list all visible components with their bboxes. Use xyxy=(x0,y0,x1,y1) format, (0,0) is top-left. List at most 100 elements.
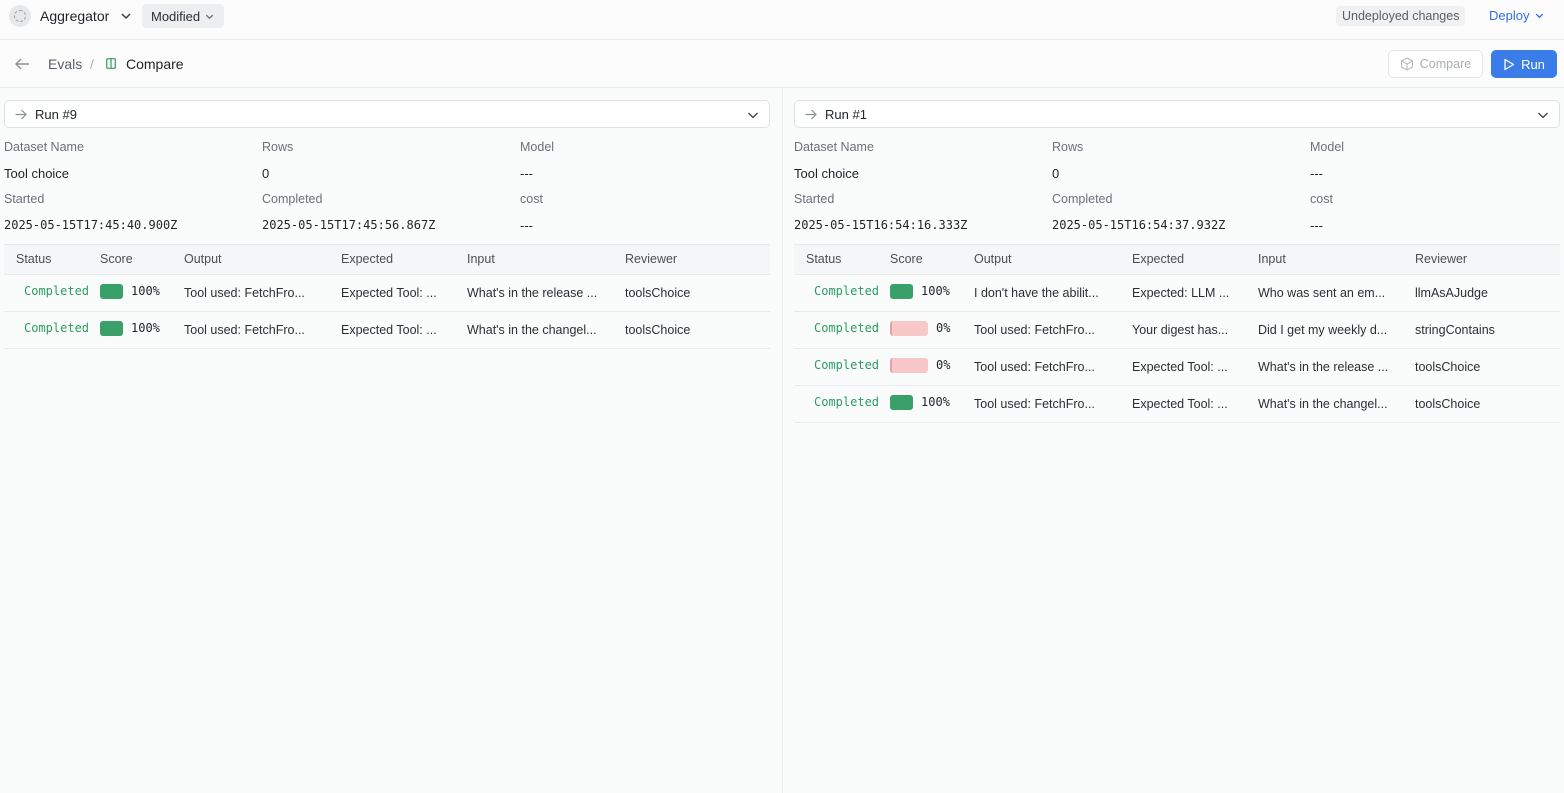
cost-label: cost xyxy=(520,192,543,206)
completed-label: Completed xyxy=(1052,192,1113,206)
started-value: 2025-05-15T16:54:16.333Z xyxy=(794,218,968,232)
chevron-down-icon[interactable] xyxy=(119,9,133,23)
output-cell[interactable]: Tool used: FetchFro... xyxy=(974,360,1109,374)
cost-value: --- xyxy=(520,218,533,233)
expected-cell[interactable]: Expected: LLM ... xyxy=(1132,286,1247,300)
table-row[interactable]: Completed 0% Tool used: FetchFro... Expe… xyxy=(794,349,1560,386)
deploy-button[interactable]: Deploy xyxy=(1489,8,1545,23)
chevron-down-icon xyxy=(1538,112,1548,119)
compare-label: Compare xyxy=(1419,57,1472,71)
output-prefix: Tool used: xyxy=(974,360,1031,374)
cost-value: --- xyxy=(1310,218,1323,233)
breadcrumb: Evals / Compare Compare Run xyxy=(0,40,1564,88)
compare-columns-icon xyxy=(106,58,116,69)
breadcrumb-evals[interactable]: Evals xyxy=(48,56,82,72)
dataset-name-value: Tool choice xyxy=(794,166,860,181)
app-icon[interactable] xyxy=(9,5,31,27)
compare-button[interactable]: Compare xyxy=(1388,50,1483,78)
left-run-panel: Run #9 Dataset Name Rows Model Tool choi… xyxy=(4,88,770,793)
table-row[interactable]: Completed 100% Tool used: FetchFro... Ex… xyxy=(4,275,770,312)
expected-cell[interactable]: Expected Tool: ... xyxy=(341,323,451,337)
app-name[interactable]: Aggregator xyxy=(40,8,109,24)
reviewer-cell: toolsChoice xyxy=(1415,397,1481,411)
expected-text: ... xyxy=(422,323,437,337)
output-prefix: Tool used: xyxy=(974,323,1031,337)
undeployed-changes-badge: Undeployed changes xyxy=(1336,6,1466,26)
column-header-input[interactable]: Input xyxy=(1258,252,1286,266)
input-cell[interactable]: Who was sent an em... xyxy=(1258,286,1403,300)
output-prefix: Tool used: xyxy=(974,397,1031,411)
dataset-name-label: Dataset Name xyxy=(794,140,874,154)
column-header-reviewer[interactable]: Reviewer xyxy=(625,252,677,266)
output-cell[interactable]: Tool used: FetchFro... xyxy=(974,397,1109,411)
expected-text: ... xyxy=(1213,360,1228,374)
started-label: Started xyxy=(794,192,835,206)
output-cell[interactable]: Tool used: FetchFro... xyxy=(184,286,314,300)
modified-dropdown[interactable]: Modified xyxy=(142,4,225,28)
run-button[interactable]: Run xyxy=(1491,50,1557,78)
expected-cell[interactable]: Expected Tool: ... xyxy=(341,286,451,300)
column-header-reviewer[interactable]: Reviewer xyxy=(1415,252,1467,266)
run-selector-label: Run #1 xyxy=(825,107,867,122)
expected-cell[interactable]: Expected Tool: ... xyxy=(1132,397,1247,411)
dataset-name-value: Tool choice xyxy=(4,166,70,181)
expected-prefix: Expected Tool: xyxy=(341,286,423,300)
column-header-input[interactable]: Input xyxy=(467,252,495,266)
column-header-status[interactable]: Status xyxy=(806,252,841,266)
output-cell[interactable]: Tool used: FetchFro... xyxy=(974,323,1109,337)
completed-value: 2025-05-15T16:54:37.932Z xyxy=(1052,218,1226,232)
input-cell[interactable]: What's in the release ... xyxy=(467,286,612,300)
play-icon xyxy=(1504,58,1515,70)
expected-cell[interactable]: Expected Tool: ... xyxy=(1132,360,1247,374)
score-indicator xyxy=(890,358,928,373)
score-value: 100% xyxy=(131,284,160,298)
output-text: FetchFro... xyxy=(1030,397,1095,411)
output-text: FetchFro... xyxy=(1030,323,1095,337)
back-arrow-icon[interactable] xyxy=(14,57,30,71)
input-cell[interactable]: What's in the changel... xyxy=(1258,397,1403,411)
column-header-output[interactable]: Output xyxy=(184,252,222,266)
run-selector[interactable]: Run #1 xyxy=(794,100,1560,128)
rows-value: 0 xyxy=(262,166,270,181)
column-header-status[interactable]: Status xyxy=(16,252,51,266)
output-text: FetchFro... xyxy=(240,286,305,300)
table-row[interactable]: Completed 0% Tool used: FetchFro... Your… xyxy=(794,312,1560,349)
chevron-down-icon xyxy=(1536,13,1544,19)
input-cell[interactable]: What's in the changel... xyxy=(467,323,612,337)
results-table: Status Score Output Expected Input Revie… xyxy=(794,244,1560,423)
score-indicator xyxy=(890,321,928,336)
expected-text: Expected: LLM ... xyxy=(1132,286,1230,300)
score-indicator xyxy=(100,284,123,299)
reviewer-cell: toolsChoice xyxy=(625,323,691,337)
expected-cell[interactable]: Your digest has... xyxy=(1132,323,1247,337)
model-label: Model xyxy=(1310,140,1345,154)
input-cell[interactable]: Did I get my weekly d... xyxy=(1258,323,1403,337)
model-value: --- xyxy=(520,166,533,181)
column-header-expected[interactable]: Expected xyxy=(341,252,393,266)
output-text: FetchFro... xyxy=(240,323,305,337)
status-completed: Completed xyxy=(814,321,880,335)
table-row[interactable]: Completed 100% Tool used: FetchFro... Ex… xyxy=(794,386,1560,423)
score-value: 100% xyxy=(921,284,950,298)
table-header: Status Score Output Expected Input Revie… xyxy=(794,245,1560,275)
output-cell[interactable]: I don't have the abilit... xyxy=(974,286,1109,300)
column-header-score[interactable]: Score xyxy=(100,252,133,266)
status-completed: Completed xyxy=(24,321,90,335)
column-header-expected[interactable]: Expected xyxy=(1132,252,1184,266)
expected-prefix: Expected Tool: xyxy=(1132,360,1214,374)
expected-text: ... xyxy=(422,286,437,300)
table-row[interactable]: Completed 100% I don't have the abilit..… xyxy=(794,275,1560,312)
score-value: 0% xyxy=(936,321,951,335)
arrow-right-icon xyxy=(15,109,27,120)
expected-text: Your digest has... xyxy=(1132,323,1229,337)
score-value: 0% xyxy=(936,358,951,372)
score-value: 100% xyxy=(131,321,160,335)
deploy-label: Deploy xyxy=(1489,8,1530,23)
output-cell[interactable]: Tool used: FetchFro... xyxy=(184,323,314,337)
input-cell[interactable]: What's in the release ... xyxy=(1258,360,1403,374)
column-header-score[interactable]: Score xyxy=(890,252,923,266)
column-header-output[interactable]: Output xyxy=(974,252,1012,266)
table-row[interactable]: Completed 100% Tool used: FetchFro... Ex… xyxy=(4,312,770,349)
completed-value: 2025-05-15T17:45:56.867Z xyxy=(262,218,436,232)
run-selector[interactable]: Run #9 xyxy=(4,100,770,128)
